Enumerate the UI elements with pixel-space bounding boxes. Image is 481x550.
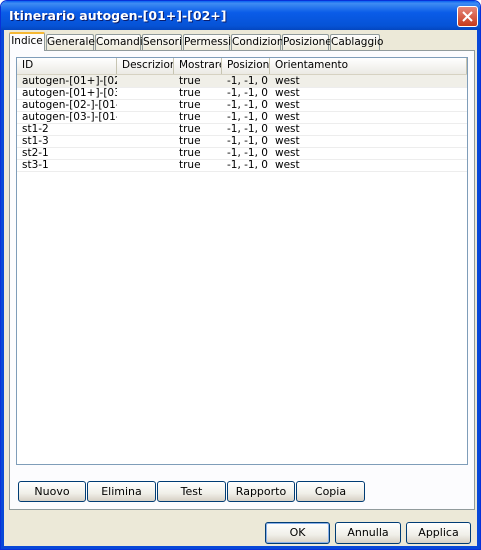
window-frame-left	[1, 30, 4, 549]
cell-orientamento: west	[275, 75, 300, 87]
tab-indice[interactable]: Indice	[9, 32, 45, 51]
elimina-button[interactable]: Elimina	[87, 481, 156, 502]
tab-permessi[interactable]: Permessi	[183, 34, 231, 50]
cell-posizione: -1, -1, 0	[227, 99, 268, 111]
title-bar[interactable]: Itinerario autogen-[01+]-[02+]	[1, 1, 480, 30]
cell-mostrare: true	[179, 147, 201, 159]
window-title: Itinerario autogen-[01+]-[02+]	[9, 8, 227, 23]
cell-descrizione	[121, 147, 171, 159]
tab-condizioni[interactable]: Condizioni	[231, 34, 286, 50]
tab-sensori[interactable]: Sensori	[142, 34, 182, 50]
cell-mostrare: true	[179, 87, 201, 99]
cell-orientamento: west	[275, 147, 300, 159]
dialog-window: Itinerario autogen-[01+]-[02+] Indice Ge…	[0, 0, 481, 550]
cell-mostrare: true	[179, 135, 201, 147]
column-header-mostrare[interactable]: Mostrare	[174, 58, 222, 74]
cell-id: autogen-[01+]-[02+]	[22, 75, 117, 87]
cell-mostrare: true	[179, 99, 201, 111]
cell-mostrare: true	[179, 159, 201, 171]
cell-mostrare: true	[179, 111, 201, 123]
cell-orientamento: west	[275, 159, 300, 171]
cell-id: autogen-[02-]-[01-]	[22, 99, 117, 111]
annulla-button[interactable]: Annulla	[335, 522, 401, 544]
cell-descrizione	[121, 159, 171, 171]
column-header-orientamento[interactable]: Orientamento	[270, 58, 467, 74]
tab-panel-indice: ID Descrizione Mostrare Posizione Orient…	[9, 50, 475, 510]
cell-descrizione	[121, 75, 171, 87]
cell-posizione: -1, -1, 0	[227, 123, 268, 135]
applica-button[interactable]: Applica	[406, 522, 471, 544]
column-header-posizione[interactable]: Posizione	[222, 58, 270, 74]
test-button[interactable]: Test	[157, 481, 226, 502]
window-frame-right	[477, 30, 480, 549]
tab-cablaggio[interactable]: Cablaggio	[330, 34, 383, 50]
cell-descrizione	[121, 135, 171, 147]
cell-descrizione	[121, 123, 171, 135]
cell-orientamento: west	[275, 99, 300, 111]
cell-descrizione	[121, 99, 171, 111]
cell-descrizione	[121, 111, 171, 123]
cell-id: st3-1	[22, 159, 49, 171]
cell-id: autogen-[03-]-[01-]	[22, 111, 117, 123]
cell-id: st2-1	[22, 147, 49, 159]
cell-orientamento: west	[275, 111, 300, 123]
cell-posizione: -1, -1, 0	[227, 135, 268, 147]
column-header-id[interactable]: ID	[17, 58, 117, 74]
close-icon[interactable]	[457, 6, 478, 27]
tab-posizione[interactable]: Posizione	[282, 34, 332, 50]
cell-posizione: -1, -1, 0	[227, 111, 268, 123]
rapporto-button[interactable]: Rapporto	[227, 481, 295, 502]
cell-id: st1-3	[22, 135, 49, 147]
ok-button[interactable]: OK	[265, 522, 330, 544]
tab-generale[interactable]: Generale	[46, 34, 95, 50]
column-header-descrizione[interactable]: Descrizione	[117, 58, 174, 74]
cell-orientamento: west	[275, 135, 300, 147]
cell-descrizione	[121, 87, 171, 99]
cell-id: autogen-[01+]-[03+]	[22, 87, 117, 99]
cell-posizione: -1, -1, 0	[227, 75, 268, 87]
cell-posizione: -1, -1, 0	[227, 159, 268, 171]
cell-id: st1-2	[22, 123, 49, 135]
cell-posizione: -1, -1, 0	[227, 87, 268, 99]
cell-mostrare: true	[179, 75, 201, 87]
cell-mostrare: true	[179, 123, 201, 135]
window-frame-bottom	[1, 546, 480, 549]
nuovo-button[interactable]: Nuovo	[18, 481, 86, 502]
cell-posizione: -1, -1, 0	[227, 147, 268, 159]
cell-orientamento: west	[275, 87, 300, 99]
cell-orientamento: west	[275, 123, 300, 135]
tab-comandi[interactable]: Comandi	[95, 34, 143, 50]
copia-button[interactable]: Copia	[296, 481, 365, 502]
table-header: ID Descrizione Mostrare Posizione Orient…	[17, 58, 467, 75]
table-row[interactable]: st3-1 true -1, -1, 0 west	[17, 159, 467, 172]
routes-table[interactable]: ID Descrizione Mostrare Posizione Orient…	[16, 57, 468, 465]
